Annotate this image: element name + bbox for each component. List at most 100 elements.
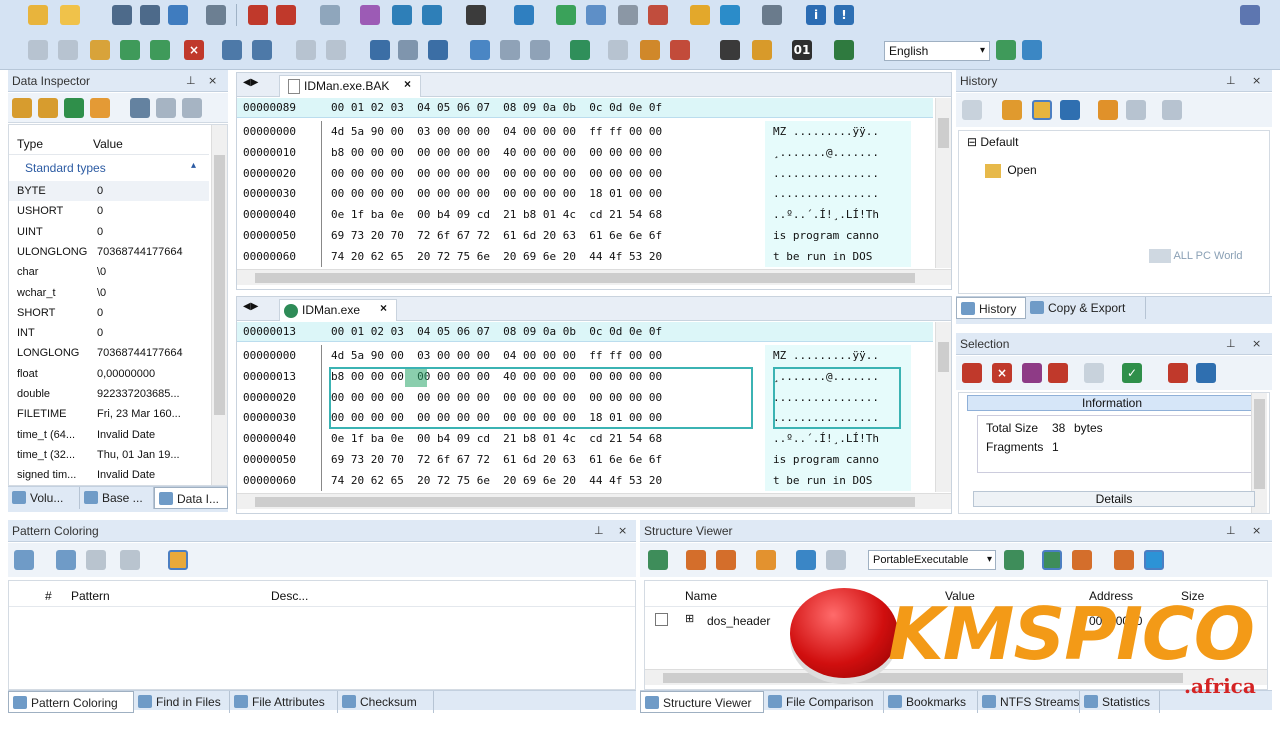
ascii-text[interactable]: MZ .........ÿÿ.. (773, 345, 879, 366)
close-icon[interactable]: × (1252, 333, 1261, 355)
tab-file-attributes[interactable]: File Attributes (230, 691, 338, 713)
settings-icon[interactable] (1022, 40, 1042, 60)
hex-bytes[interactable]: 4d 5a 90 00 03 00 00 00 04 00 00 00 ff f… (331, 345, 662, 366)
sel-import-icon[interactable] (1168, 363, 1188, 383)
network-icon[interactable] (648, 5, 668, 25)
fill-icon[interactable] (252, 40, 272, 60)
hex-row[interactable]: 00000060 74 20 62 65 20 72 75 6e 20 69 6e… (237, 469, 933, 491)
hex2-hscroll[interactable] (237, 493, 951, 509)
paste-icon[interactable] (150, 40, 170, 60)
tool-icon[interactable] (320, 5, 340, 25)
hex-bytes[interactable]: b8 00 00 00 00 00 00 00 40 00 00 00 00 0… (331, 142, 662, 163)
inspector-pen-icon[interactable] (12, 98, 32, 118)
language-select[interactable]: English ▾ (884, 41, 990, 61)
select-all-icon[interactable] (326, 40, 346, 60)
bookmark-icon[interactable] (670, 40, 690, 60)
hex-bytes[interactable]: 00 00 00 00 00 00 00 00 00 00 00 00 18 0… (331, 183, 662, 204)
tab-statistics[interactable]: Statistics (1080, 691, 1160, 713)
struct-color-icon[interactable] (1072, 550, 1092, 570)
hex-row[interactable]: 00000010 b8 00 00 00 00 00 00 00 40 00 00… (237, 141, 933, 163)
struct-refresh-icon[interactable] (1114, 550, 1134, 570)
struct-info-icon[interactable] (1144, 550, 1164, 570)
hex-row[interactable]: 00000030 00 00 00 00 00 00 00 00 00 00 00… (237, 407, 933, 429)
hex-bytes[interactable]: 4d 5a 90 00 03 00 00 00 04 00 00 00 ff f… (331, 121, 662, 142)
pin-icon[interactable]: ⊥ (186, 70, 196, 92)
column-num[interactable]: # (45, 589, 52, 603)
hex-bytes[interactable]: 69 73 20 70 72 6f 67 72 61 6d 20 63 61 6… (331, 449, 662, 470)
open-folder-icon[interactable] (60, 5, 80, 25)
column-value[interactable]: Value (945, 589, 975, 603)
hex-bytes[interactable]: 00 00 00 00 00 00 00 00 00 00 00 00 00 0… (331, 387, 662, 408)
inspector-row[interactable]: USHORT 0 (9, 201, 209, 221)
pin-icon[interactable]: ⊥ (1226, 520, 1236, 542)
print-icon[interactable] (206, 5, 226, 25)
window-icon[interactable] (762, 5, 782, 25)
inspector-row[interactable]: FILETIME Fri, 23 Mar 160... (9, 404, 209, 424)
history-active-icon[interactable] (1032, 100, 1052, 120)
hex-row[interactable]: 00000020 00 00 00 00 00 00 00 00 00 00 00… (237, 162, 933, 184)
properties-icon[interactable] (248, 5, 268, 25)
search-files-icon[interactable] (720, 5, 740, 25)
tab-file-comparison[interactable]: File Comparison (764, 691, 884, 713)
find-prev-icon[interactable] (530, 40, 550, 60)
replace-icon[interactable] (570, 40, 590, 60)
column-pattern[interactable]: Pattern (71, 589, 110, 603)
hex2-scrollbar[interactable] (935, 322, 951, 492)
save-all-icon[interactable] (168, 5, 188, 25)
tab-copy-export[interactable]: Copy & Export (1026, 297, 1146, 319)
hex-row[interactable]: 00000040 0e 1f ba 0e 00 b4 09 cd 21 b8 01… (237, 428, 933, 450)
inspector-row[interactable]: SHORT 0 (9, 303, 209, 323)
pattern-add-icon[interactable] (14, 550, 34, 570)
tab-nav-icon[interactable]: ◀▶ (243, 77, 258, 88)
row-checkbox[interactable] (655, 613, 668, 626)
inspector-row[interactable]: UINT 0 (9, 222, 209, 242)
inspector-edit3-icon[interactable] (182, 98, 202, 118)
group-standard-types[interactable]: Standard types ▴ (9, 159, 209, 179)
tab-structure-viewer[interactable]: Structure Viewer (640, 691, 764, 713)
sel-check-icon[interactable]: ✓ (1122, 363, 1142, 383)
pattern-edit-icon[interactable] (56, 550, 76, 570)
view-text-icon[interactable] (422, 5, 442, 25)
tab-pattern-coloring[interactable]: Pattern Coloring (8, 691, 134, 713)
struct-user-icon[interactable] (796, 550, 816, 570)
hex-bytes[interactable]: 74 20 62 65 20 72 75 6e 20 69 6e 20 44 4… (331, 470, 662, 491)
hex-row[interactable]: 00000020 00 00 00 00 00 00 00 00 00 00 00… (237, 386, 933, 408)
binary-icon[interactable]: 01 (792, 40, 812, 60)
hex-row[interactable]: 00000030 00 00 00 00 00 00 00 00 00 00 00… (237, 183, 933, 205)
hex-row[interactable]: 00000013 b8 00 00 00 00 00 00 00 40 00 00… (237, 365, 933, 387)
drive-icon[interactable] (618, 5, 638, 25)
close-icon[interactable]: × (618, 520, 627, 542)
save-as-icon[interactable] (140, 5, 160, 25)
inspector-row[interactable]: signed tim... Invalid Date (9, 465, 209, 485)
ascii-text[interactable]: ................ (773, 163, 879, 184)
goto-icon[interactable] (428, 40, 448, 60)
tab-bookmarks[interactable]: Bookmarks (884, 691, 978, 713)
ascii-text[interactable]: t be run in DOS (773, 246, 879, 267)
tab-base[interactable]: Base ... (80, 487, 154, 509)
ascii-text[interactable]: t be run in DOS (773, 470, 879, 491)
history-branch-icon[interactable] (1060, 100, 1080, 120)
ascii-text[interactable]: ¸.......@....... (773, 142, 879, 163)
view-hex-icon[interactable] (392, 5, 412, 25)
info-icon[interactable]: i (806, 5, 826, 25)
find-icon[interactable] (470, 40, 490, 60)
struct-run-icon[interactable] (1042, 550, 1062, 570)
plugin-icon[interactable] (996, 40, 1016, 60)
inspector-row[interactable]: wchar_t \0 (9, 283, 209, 303)
tab-nav-icon[interactable]: ◀▶ (243, 301, 258, 312)
pin-icon[interactable]: ⊥ (1226, 70, 1236, 92)
hex-bytes[interactable]: b8 00 00 00 00 00 00 00 40 00 00 00 00 0… (331, 366, 662, 387)
tab-find-in-files[interactable]: Find in Files (134, 691, 230, 713)
redo-icon[interactable] (58, 40, 78, 60)
inspector-row[interactable]: time_t (64... Invalid Date (9, 425, 209, 445)
cursor-byte[interactable] (405, 369, 427, 387)
column-size[interactable]: Size (1181, 589, 1204, 603)
sel-grid-icon[interactable] (962, 363, 982, 383)
tab-data-i[interactable]: Data I... (154, 487, 228, 509)
history-item-open[interactable]: Open (985, 163, 1037, 178)
hex-bytes[interactable]: 74 20 62 65 20 72 75 6e 20 69 6e 20 44 4… (331, 246, 662, 267)
undo-icon[interactable] (28, 40, 48, 60)
hex-bytes[interactable]: 69 73 20 70 72 6f 67 72 61 6d 20 63 61 6… (331, 225, 662, 246)
struct-add-icon[interactable] (686, 550, 706, 570)
view-mode-icon[interactable] (360, 5, 380, 25)
